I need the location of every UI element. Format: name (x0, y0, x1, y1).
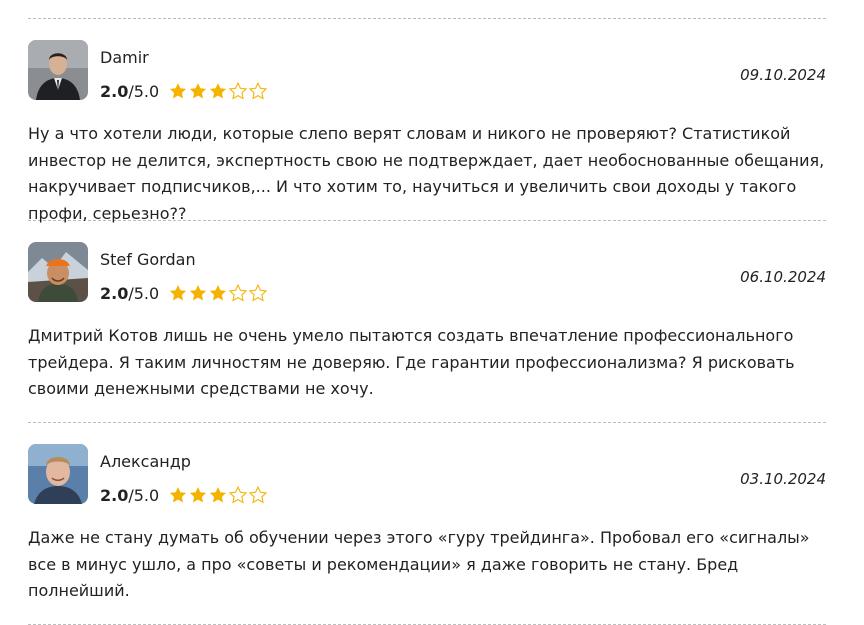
avatar (28, 242, 88, 302)
star-outline-icon (228, 283, 248, 302)
review-date: 09.10.2024 (740, 66, 826, 84)
star-filled-icon (210, 83, 227, 99)
star-outline-icon (248, 283, 268, 302)
review-text: Даже не стану думать об обучении через э… (28, 528, 810, 600)
star-outline-icon (248, 485, 268, 504)
star-filled-icon (170, 487, 187, 503)
star-rating (168, 283, 268, 303)
reviews-list: Damir 2.0/5.0 09.10.2024 Ну а что хотели… (28, 18, 826, 625)
rating-max: /5.0 (128, 283, 160, 303)
review-text: Ну а что хотели люди, которые слепо веря… (28, 124, 825, 223)
star-filled-icon (170, 83, 187, 99)
star-filled-icon (190, 83, 207, 99)
review-author: Stef Gordan (100, 250, 196, 269)
star-outline-icon (228, 485, 248, 504)
star-outline-icon (228, 81, 248, 100)
star-outline-icon (248, 81, 268, 100)
review-author: Damir (100, 48, 149, 67)
review-text: Дмитрий Котов лишь не очень умело пытают… (28, 326, 795, 398)
review-date: 06.10.2024 (740, 268, 826, 286)
star-rating (168, 81, 268, 101)
star-filled-icon (170, 285, 187, 301)
rating: 2.0/5.0 (100, 484, 268, 506)
avatar (28, 444, 88, 504)
review-author: Александр (100, 452, 191, 471)
review-date: 03.10.2024 (740, 470, 826, 488)
rating-score: 2.0 (100, 485, 129, 505)
rating-score: 2.0 (100, 283, 129, 303)
review-card: Александр 2.0/5.0 03.10.2024 Даже не ста… (28, 423, 826, 624)
rating-max: /5.0 (128, 485, 160, 505)
star-filled-icon (190, 285, 207, 301)
rating-max: /5.0 (128, 81, 160, 101)
review-card: Stef Gordan 2.0/5.0 06.10.2024 Дмитрий К… (28, 221, 826, 422)
star-filled-icon (210, 285, 227, 301)
star-rating (168, 485, 268, 505)
star-filled-icon (190, 487, 207, 503)
rating: 2.0/5.0 (100, 282, 268, 304)
rating: 2.0/5.0 (100, 80, 268, 102)
avatar (28, 40, 88, 100)
star-filled-icon (210, 487, 227, 503)
review-card: Damir 2.0/5.0 09.10.2024 Ну а что хотели… (28, 19, 826, 223)
rating-score: 2.0 (100, 81, 129, 101)
